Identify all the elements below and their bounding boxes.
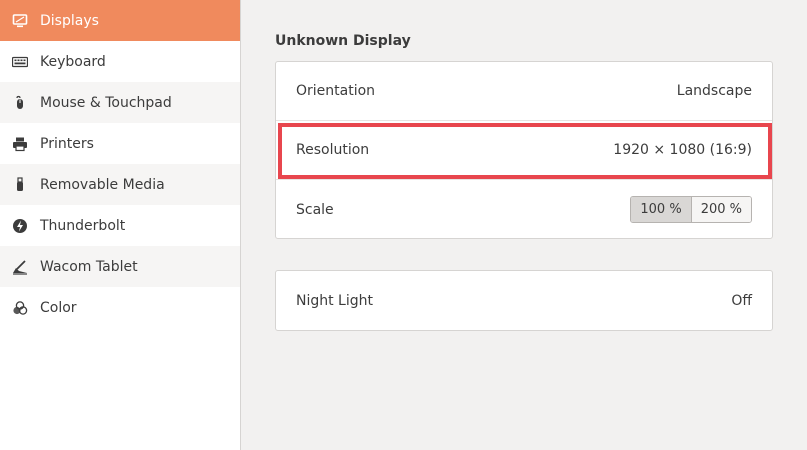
sidebar-item-keyboard[interactable]: Keyboard: [0, 41, 240, 82]
display-settings-card: Orientation Landscape Resolution 1920 × …: [275, 61, 773, 239]
orientation-row[interactable]: Orientation Landscape: [276, 62, 772, 121]
resolution-row[interactable]: Resolution 1920 × 1080 (16:9): [276, 121, 772, 180]
scale-100-button[interactable]: 100 %: [631, 197, 691, 222]
scale-200-button[interactable]: 200 %: [690, 197, 751, 222]
scale-row: Scale 100 % 200 %: [276, 180, 772, 239]
display-icon: [12, 13, 28, 29]
usb-drive-icon: [12, 176, 28, 193]
resolution-label: Resolution: [296, 142, 370, 158]
sidebar-item-label: Thunderbolt: [40, 217, 126, 234]
night-light-row[interactable]: Night Light Off: [276, 271, 772, 330]
sidebar-item-wacom-tablet[interactable]: Wacom Tablet: [0, 246, 240, 287]
sidebar-item-label: Keyboard: [40, 53, 106, 70]
night-light-value: Off: [731, 292, 752, 309]
keyboard-icon: [12, 54, 28, 70]
sidebar-item-displays[interactable]: Displays: [0, 0, 240, 41]
sidebar-item-label: Displays: [40, 12, 99, 29]
mouse-icon: [12, 95, 28, 111]
night-light-label: Night Light: [296, 292, 373, 309]
sidebar-item-label: Wacom Tablet: [40, 258, 138, 275]
sidebar-item-removable-media[interactable]: Removable Media: [0, 164, 240, 205]
color-icon: [12, 300, 28, 316]
thunderbolt-icon: [12, 218, 28, 234]
sidebar: Displays Keyboard Mouse & Touchpad Print…: [0, 0, 241, 450]
tablet-icon: [12, 259, 28, 275]
orientation-value: Landscape: [676, 83, 752, 99]
sidebar-item-label: Mouse & Touchpad: [40, 94, 172, 111]
night-light-card: Night Light Off: [275, 270, 773, 331]
printer-icon: [12, 136, 28, 152]
sidebar-item-thunderbolt[interactable]: Thunderbolt: [0, 205, 240, 246]
scale-selector: 100 % 200 %: [630, 196, 752, 223]
sidebar-item-mouse-touchpad[interactable]: Mouse & Touchpad: [0, 82, 240, 123]
sidebar-item-label: Removable Media: [40, 176, 165, 193]
main-panel: Unknown Display Orientation Landscape Re…: [241, 0, 807, 450]
sidebar-item-label: Printers: [40, 135, 94, 152]
resolution-value: 1920 × 1080 (16:9): [613, 142, 752, 158]
sidebar-item-printers[interactable]: Printers: [0, 123, 240, 164]
sidebar-item-label: Color: [40, 299, 77, 316]
orientation-label: Orientation: [296, 83, 376, 99]
sidebar-item-color[interactable]: Color: [0, 287, 240, 328]
section-title: Unknown Display: [275, 33, 411, 49]
scale-label: Scale: [296, 201, 334, 218]
